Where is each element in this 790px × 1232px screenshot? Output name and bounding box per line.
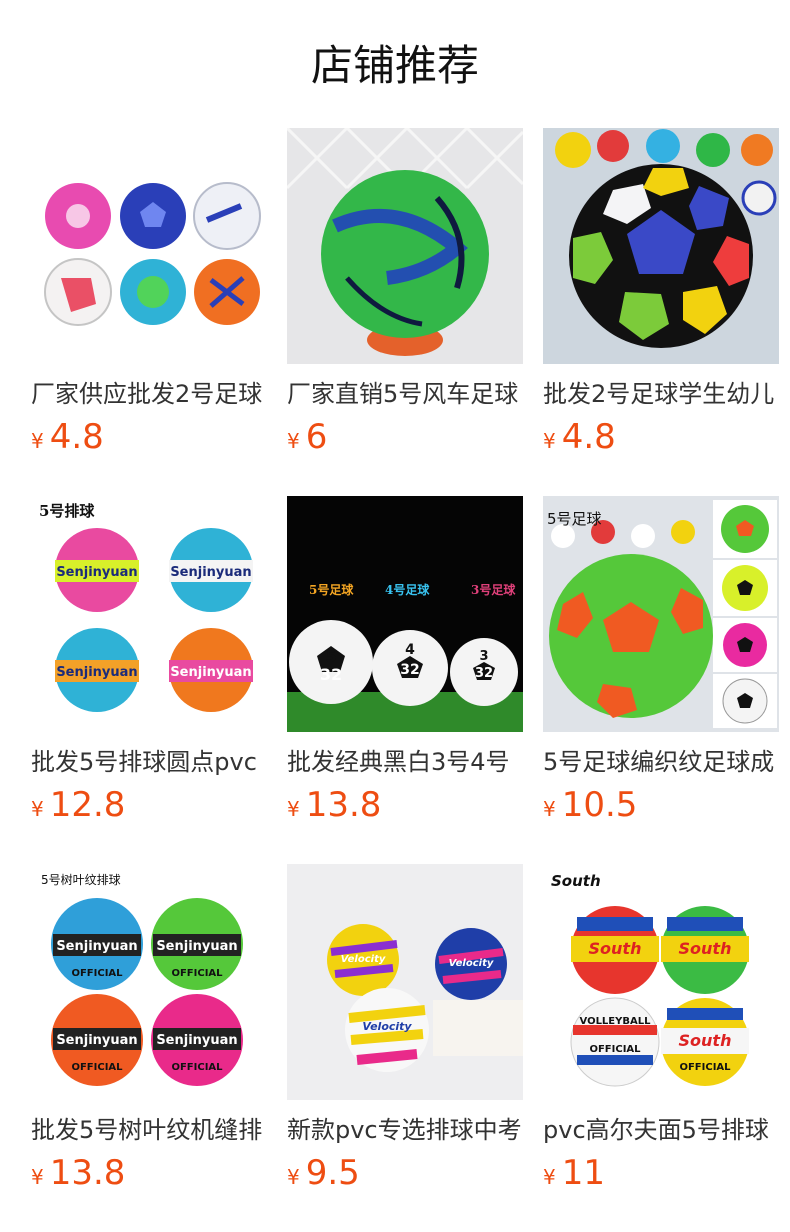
- currency-symbol: ¥: [543, 429, 556, 453]
- currency-symbol: ¥: [543, 1165, 556, 1189]
- south-volleyballs-image: South South South VOLLEYBALL OFFICIAL So…: [543, 864, 779, 1100]
- product-name[interactable]: 批发经典黑白3号4号: [287, 744, 523, 780]
- image-caption: 3号足球: [471, 582, 516, 597]
- product-name[interactable]: 批发5号排球圆点pvc: [31, 744, 267, 780]
- product-image[interactable]: 5号排球 Senjinyuan Senjinyuan Senjinyuan Se…: [31, 496, 267, 732]
- ball-official-text: OFFICIAL: [589, 1044, 641, 1055]
- ball-brand-text: Velocity: [341, 954, 386, 965]
- price-value: 12.8: [49, 785, 126, 825]
- ball-brand-text: Senjinyuan: [56, 665, 137, 680]
- product-name[interactable]: 批发2号足球学生幼儿: [543, 376, 779, 412]
- price-value: 9.5: [305, 1153, 360, 1193]
- product-name[interactable]: pvc高尔夫面5号排球: [543, 1112, 779, 1148]
- product-price: ¥10.5: [543, 784, 637, 826]
- ball-brand-text: Senjinyuan: [56, 939, 137, 954]
- currency-symbol: ¥: [287, 1165, 300, 1189]
- ball-brand-text: Senjinyuan: [170, 565, 251, 580]
- senjinyuan-volleyballs-image: 5号排球 Senjinyuan Senjinyuan Senjinyuan Se…: [31, 496, 267, 732]
- image-caption: 5号足球: [547, 510, 602, 528]
- product-image[interactable]: 5号足球: [543, 496, 779, 732]
- ball-official-text: OFFICIAL: [679, 1062, 731, 1073]
- product-price: ¥4.8: [31, 416, 104, 458]
- product-image[interactable]: [31, 128, 267, 364]
- product-image[interactable]: South South South VOLLEYBALL OFFICIAL So…: [543, 864, 779, 1100]
- product-name[interactable]: 新款pvc专选排球中考: [287, 1112, 523, 1148]
- black-white-soccer-balls-image: 5号足球 4号足球 3号足球 5 32 4 32 3 32: [287, 496, 523, 732]
- product-price: ¥4.8: [543, 416, 616, 458]
- product-image[interactable]: Velocity Velocity Velocity: [287, 864, 523, 1100]
- soccer-balls-six-image: [31, 128, 267, 364]
- image-caption: 4号足球: [385, 582, 430, 597]
- ball-size-number: 3: [479, 649, 488, 664]
- ball-brand-text: Senjinyuan: [56, 1033, 137, 1048]
- ball-brand-text: South: [679, 1031, 732, 1050]
- product-price: ¥13.8: [287, 784, 381, 826]
- product-name[interactable]: 厂家供应批发2号足球: [31, 376, 267, 412]
- product-image[interactable]: [287, 128, 523, 364]
- product-image[interactable]: 5号树叶纹排球 Senjinyuan OFFICIAL Senjinyuan O…: [31, 864, 267, 1100]
- product-price: ¥11: [543, 1152, 605, 1194]
- currency-symbol: ¥: [31, 1165, 44, 1189]
- product-price: ¥6: [287, 416, 327, 458]
- ball-brand-text: Senjinyuan: [156, 939, 237, 954]
- ball-brand-text: Senjinyuan: [170, 665, 251, 680]
- product-price: ¥9.5: [287, 1152, 360, 1194]
- brand-logo: South: [551, 872, 601, 890]
- ball-brand-text: South: [679, 939, 732, 958]
- product-price: ¥12.8: [31, 784, 125, 826]
- price-value: 10.5: [561, 785, 638, 825]
- image-caption: 5号树叶纹排球: [41, 872, 121, 887]
- ball-type-text: VOLLEYBALL: [580, 1016, 652, 1027]
- ball-brand-text: Senjinyuan: [156, 1033, 237, 1048]
- image-caption: 5号足球: [309, 582, 354, 597]
- ball-sub-number: 32: [320, 665, 342, 684]
- currency-symbol: ¥: [543, 797, 556, 821]
- product-image[interactable]: 5号足球 4号足球 3号足球 5 32 4 32 3 32: [287, 496, 523, 732]
- ball-official-text: OFFICIAL: [71, 968, 123, 979]
- currency-symbol: ¥: [287, 429, 300, 453]
- ball-official-text: OFFICIAL: [71, 1062, 123, 1073]
- ball-brand-text: Velocity: [362, 1020, 412, 1033]
- product-name[interactable]: 批发5号树叶纹机缝排: [31, 1112, 267, 1148]
- windmill-soccer-ball-image: [287, 128, 523, 364]
- currency-symbol: ¥: [31, 429, 44, 453]
- image-caption: 5号排球: [39, 502, 95, 520]
- page-title: 店铺推荐: [310, 41, 479, 90]
- pvc-volleyballs-image: Velocity Velocity Velocity: [287, 864, 523, 1100]
- currency-symbol: ¥: [287, 797, 300, 821]
- product-name[interactable]: 厂家直销5号风车足球: [287, 376, 523, 412]
- ball-brand-text: Senjinyuan: [56, 565, 137, 580]
- ball-sub-number: 32: [400, 662, 419, 678]
- ball-brand-text: South: [589, 939, 642, 958]
- price-value: 4.8: [49, 417, 104, 457]
- ball-brand-text: Velocity: [449, 958, 494, 969]
- currency-symbol: ¥: [31, 797, 44, 821]
- ball-official-text: OFFICIAL: [171, 968, 223, 979]
- price-value: 6: [305, 417, 328, 457]
- price-value: 13.8: [49, 1153, 126, 1193]
- ball-sub-number: 32: [475, 666, 493, 681]
- ball-size-number: 4: [405, 642, 415, 658]
- product-image[interactable]: [543, 128, 779, 364]
- leaf-pattern-volleyballs-image: 5号树叶纹排球 Senjinyuan OFFICIAL Senjinyuan O…: [31, 864, 267, 1100]
- ball-size-number: 5: [325, 647, 336, 666]
- product-name[interactable]: 5号足球编织纹足球成: [543, 744, 779, 780]
- price-value: 4.8: [561, 417, 616, 457]
- woven-soccer-ball-image: 5号足球: [543, 496, 779, 732]
- ball-official-text: OFFICIAL: [171, 1062, 223, 1073]
- colorful-soccer-ball-image: [543, 128, 779, 364]
- product-price: ¥13.8: [31, 1152, 125, 1194]
- price-value: 13.8: [305, 785, 382, 825]
- price-value: 11: [561, 1153, 605, 1193]
